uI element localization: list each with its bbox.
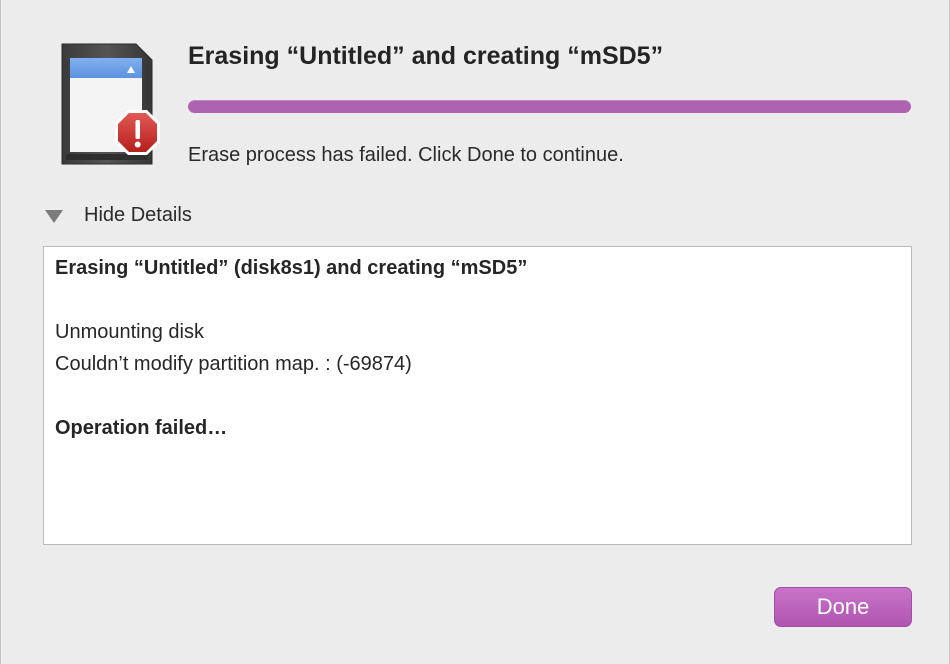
- erase-dialog: Erasing “Untitled” and creating “mSD5” E…: [0, 0, 950, 664]
- hide-details-label: Hide Details: [84, 204, 192, 226]
- details-log[interactable]: Erasing “Untitled” (disk8s1) and creatin…: [43, 246, 912, 545]
- log-line-error: Couldn’t modify partition map. : (-69874…: [55, 353, 412, 375]
- log-blank-line: [55, 284, 900, 316]
- log-blank-line: [55, 380, 900, 412]
- status-message: Erase process has failed. Click Done to …: [188, 144, 624, 166]
- disclosure-triangle-down-icon[interactable]: [45, 210, 63, 223]
- dialog-title: Erasing “Untitled” and creating “mSD5”: [188, 42, 664, 70]
- log-heading: Erasing “Untitled” (disk8s1) and creatin…: [55, 257, 528, 279]
- done-button[interactable]: Done: [774, 587, 912, 627]
- alert-exclamation-icon: [115, 110, 160, 155]
- sd-card-icon: [56, 40, 171, 170]
- log-line-unmounting: Unmounting disk: [55, 321, 204, 343]
- hide-details-toggle[interactable]: Hide Details: [45, 204, 192, 227]
- progress-bar: [188, 100, 911, 113]
- log-result: Operation failed…: [55, 417, 228, 439]
